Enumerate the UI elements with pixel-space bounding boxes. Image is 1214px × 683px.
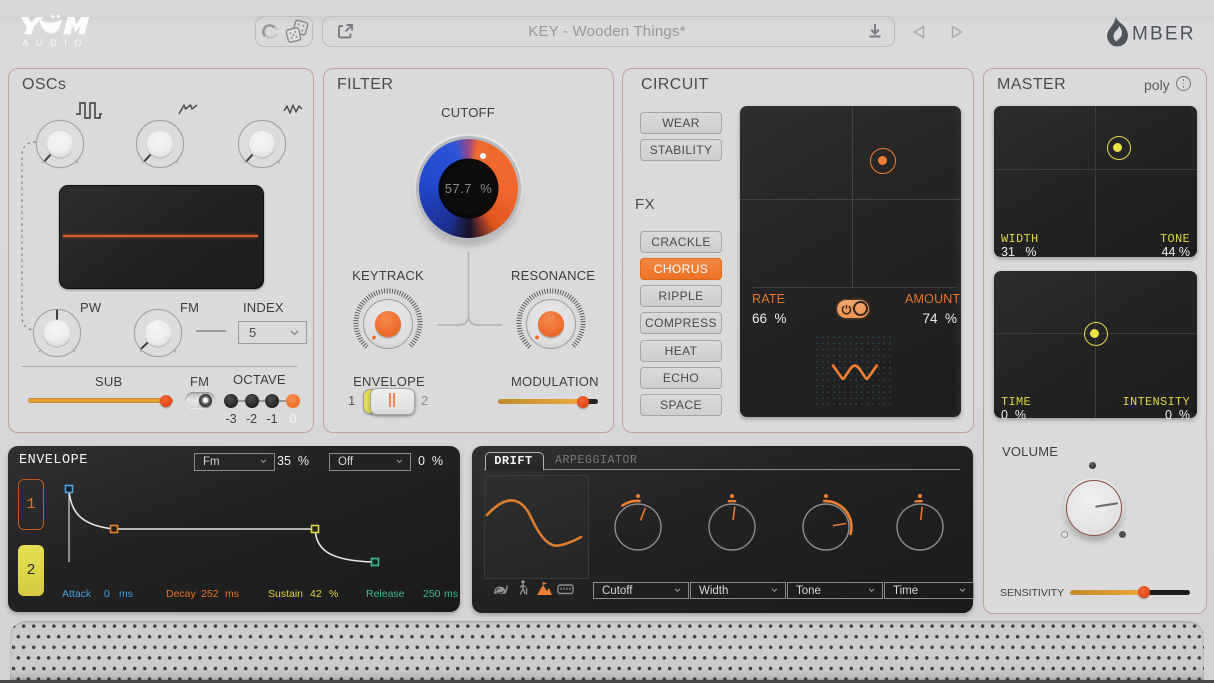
svg-text:AUDIO: AUDIO	[23, 38, 90, 48]
svg-text:MBER: MBER	[1132, 24, 1196, 45]
